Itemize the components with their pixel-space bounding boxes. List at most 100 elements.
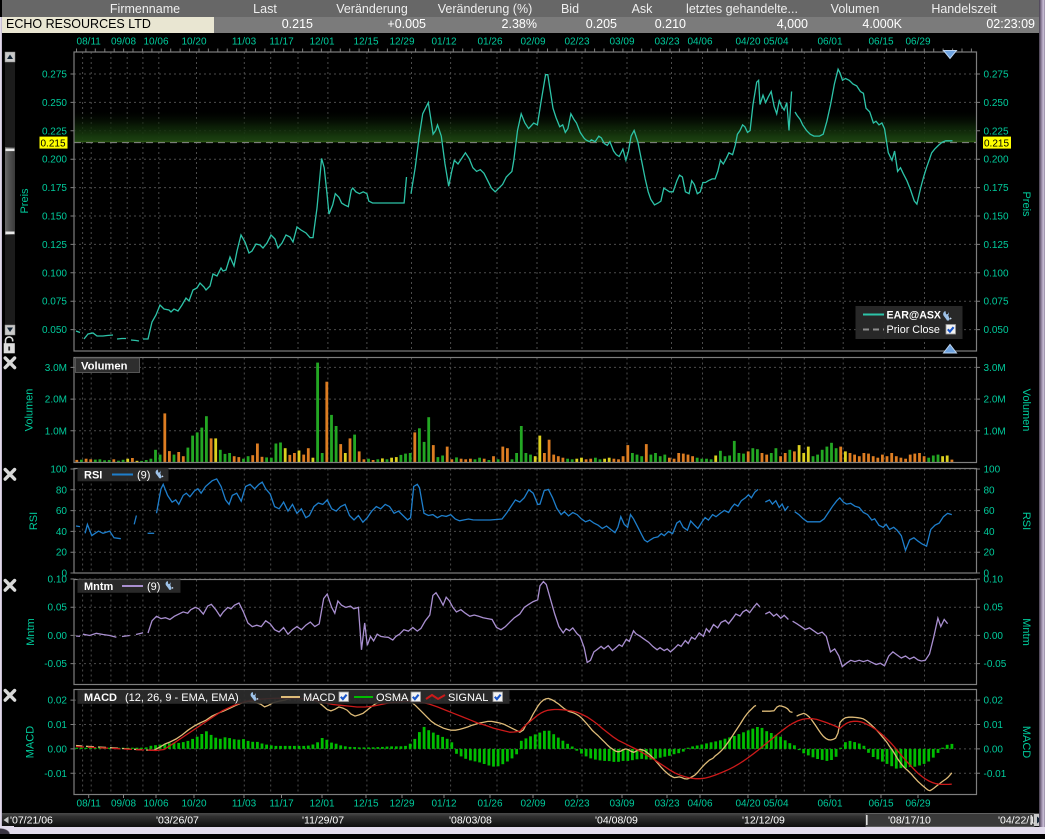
svg-text:100: 100 xyxy=(984,465,1001,476)
svg-text:80: 80 xyxy=(56,485,68,496)
svg-text:05/04: 05/04 xyxy=(763,37,788,48)
svg-text:12/15: 12/15 xyxy=(353,799,378,810)
svg-text:02/09: 02/09 xyxy=(520,37,545,48)
svg-text:0.215: 0.215 xyxy=(41,138,66,149)
svg-text:Preis: Preis xyxy=(1020,191,1032,217)
svg-text:11/17: 11/17 xyxy=(269,37,294,48)
svg-text:0.05: 0.05 xyxy=(984,603,1004,614)
svg-text:08/11: 08/11 xyxy=(77,37,102,48)
svg-text:06/29: 06/29 xyxy=(905,37,930,48)
svg-text:2.0M: 2.0M xyxy=(45,395,67,406)
svg-text:01/26: 01/26 xyxy=(477,799,502,810)
svg-text:0.10: 0.10 xyxy=(984,575,1004,586)
svg-text:06/01: 06/01 xyxy=(817,799,842,810)
svg-text:0.00: 0.00 xyxy=(984,744,1004,755)
svg-text:40: 40 xyxy=(56,527,68,538)
svg-text:20: 20 xyxy=(984,548,996,559)
svg-text:Volumen: Volumen xyxy=(1020,389,1032,432)
svg-text:12/01: 12/01 xyxy=(309,37,334,48)
svg-text:Mntm: Mntm xyxy=(84,581,114,593)
svg-text:'03/26/07: '03/26/07 xyxy=(156,815,199,827)
svg-text:11/03: 11/03 xyxy=(232,37,257,48)
svg-text:-0.01: -0.01 xyxy=(44,769,67,780)
svg-text:10/20: 10/20 xyxy=(181,37,206,48)
svg-text:0.200: 0.200 xyxy=(42,155,67,166)
svg-text:0.225: 0.225 xyxy=(42,126,67,137)
svg-text:04/20: 04/20 xyxy=(735,37,760,48)
svg-text:0.225: 0.225 xyxy=(984,126,1009,137)
svg-text:3.0M: 3.0M xyxy=(984,363,1006,374)
svg-text:06/15: 06/15 xyxy=(868,799,893,810)
svg-text:12/15: 12/15 xyxy=(353,37,378,48)
svg-text:0.125: 0.125 xyxy=(984,240,1009,251)
svg-text:MACD: MACD xyxy=(84,692,117,704)
svg-text:Mntm: Mntm xyxy=(25,618,37,646)
svg-text:0.175: 0.175 xyxy=(984,183,1009,194)
svg-text:'08/17/10: '08/17/10 xyxy=(888,815,931,827)
svg-text:20: 20 xyxy=(56,548,68,559)
svg-text:60: 60 xyxy=(984,506,996,517)
svg-text:01/12: 01/12 xyxy=(431,799,456,810)
svg-text:(9): (9) xyxy=(147,581,160,593)
svg-text:0.275: 0.275 xyxy=(42,70,67,81)
svg-text:02/23: 02/23 xyxy=(564,37,589,48)
svg-text:Volumen: Volumen xyxy=(81,360,128,372)
svg-text:2.0M: 2.0M xyxy=(984,395,1006,406)
svg-text:06/01: 06/01 xyxy=(817,37,842,48)
svg-text:-0.05: -0.05 xyxy=(44,659,67,670)
svg-text:OSMA: OSMA xyxy=(376,692,409,704)
svg-text:10/06: 10/06 xyxy=(143,799,168,810)
svg-text:Prior Close: Prior Close xyxy=(887,324,940,336)
svg-text:MACD: MACD xyxy=(303,692,335,704)
svg-text:0.215: 0.215 xyxy=(984,138,1009,149)
svg-text:05/04: 05/04 xyxy=(763,799,788,810)
svg-text:0.125: 0.125 xyxy=(42,240,67,251)
svg-text:0.250: 0.250 xyxy=(984,98,1009,109)
svg-text:12/29: 12/29 xyxy=(389,799,414,810)
svg-text:'04/22/1: '04/22/1 xyxy=(998,815,1035,827)
svg-text:09/08: 09/08 xyxy=(111,799,136,810)
svg-text:Mntm: Mntm xyxy=(1020,618,1032,646)
svg-text:0.075: 0.075 xyxy=(984,297,1009,308)
svg-text:60: 60 xyxy=(56,506,68,517)
svg-text:0.175: 0.175 xyxy=(42,183,67,194)
svg-text:0.200: 0.200 xyxy=(984,155,1009,166)
svg-text:04/06: 04/06 xyxy=(687,37,712,48)
svg-text:11/17: 11/17 xyxy=(269,799,294,810)
svg-text:'07/21/06: '07/21/06 xyxy=(10,815,53,827)
svg-text:0.02: 0.02 xyxy=(984,696,1004,707)
svg-text:0.05: 0.05 xyxy=(48,603,68,614)
svg-text:SIGNAL: SIGNAL xyxy=(448,692,488,704)
svg-text:03/09: 03/09 xyxy=(609,37,634,48)
svg-text:'04/08/09: '04/08/09 xyxy=(595,815,638,827)
svg-text:RSI: RSI xyxy=(84,470,102,482)
svg-text:'12/12/09: '12/12/09 xyxy=(742,815,785,827)
svg-text:06/15: 06/15 xyxy=(868,37,893,48)
svg-text:12/01: 12/01 xyxy=(309,799,334,810)
svg-text:0.150: 0.150 xyxy=(42,212,67,223)
svg-text:MACD: MACD xyxy=(1020,726,1032,758)
svg-text:02/09: 02/09 xyxy=(520,799,545,810)
svg-text:3.0M: 3.0M xyxy=(45,363,67,374)
svg-text:12/29: 12/29 xyxy=(389,37,414,48)
svg-text:01/26: 01/26 xyxy=(477,37,502,48)
svg-text:0.050: 0.050 xyxy=(984,325,1009,336)
svg-text:0.01: 0.01 xyxy=(984,720,1004,731)
svg-text:06/29: 06/29 xyxy=(905,799,930,810)
svg-text:04/20: 04/20 xyxy=(735,799,760,810)
svg-text:08/11: 08/11 xyxy=(77,799,102,810)
svg-text:03/23: 03/23 xyxy=(654,799,679,810)
svg-text:03/23: 03/23 xyxy=(654,37,679,48)
svg-text:0.150: 0.150 xyxy=(984,212,1009,223)
svg-text:Volumen: Volumen xyxy=(24,389,36,432)
svg-text:0.02: 0.02 xyxy=(48,696,68,707)
svg-text:(9): (9) xyxy=(137,470,150,482)
svg-text:-0.01: -0.01 xyxy=(984,769,1007,780)
svg-text:10/06: 10/06 xyxy=(143,37,168,48)
svg-text:0.100: 0.100 xyxy=(42,268,67,279)
svg-text:04/06: 04/06 xyxy=(687,799,712,810)
svg-text:0.050: 0.050 xyxy=(42,325,67,336)
svg-text:0.00: 0.00 xyxy=(984,631,1004,642)
svg-text:1.0M: 1.0M xyxy=(984,426,1006,437)
svg-text:10/20: 10/20 xyxy=(181,799,206,810)
